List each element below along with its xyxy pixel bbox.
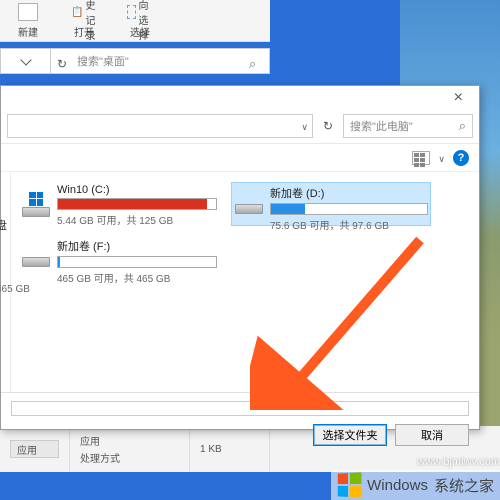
close-button[interactable]: × [446,89,471,107]
ribbon-new-label: 新建 [18,24,38,39]
explorer-address-search: 搜索"桌面" [0,48,270,74]
dialog-bottom: 选择文件夹 取消 [1,392,479,450]
help-icon[interactable]: ? [453,150,469,166]
drive-c[interactable]: Win10 (C:) 5.44 GB 可用，共 125 GB [19,182,219,226]
drive-icon [234,189,264,221]
search-icon[interactable] [249,55,261,67]
cancel-button[interactable]: 取消 [395,424,469,446]
sidebar-fragment: 盘 465 GB [1,172,11,392]
usage-bar [271,204,305,214]
ribbon-select-label: 选择 [130,24,150,39]
watermark: Windows 系统之家 [331,470,500,500]
usage-bar [58,199,207,209]
select-folder-button[interactable]: 选择文件夹 [313,424,387,446]
chevron-down-icon[interactable] [301,117,308,135]
new-icon [18,3,38,21]
chevron-down-icon [20,54,31,65]
invert-select-icon: 反向选择 [127,2,153,22]
view-options-icon[interactable] [412,151,430,165]
ribbon-open-group[interactable]: 📋历史记录 打开 [56,0,112,41]
dialog-toolbar: ? [1,144,479,172]
windows-logo-icon [338,472,362,497]
chevron-down-icon[interactable] [438,149,445,167]
history-icon: 📋历史记录 [71,2,97,22]
drive-icon [21,242,51,274]
path-dropdown[interactable] [1,49,51,73]
search-this-pc-input[interactable]: 搜索"此电脑" [343,114,473,138]
drives-pane: Win10 (C:) 5.44 GB 可用，共 125 GB 新加卷 (D:) … [11,172,479,392]
drive-os-icon [21,188,51,220]
refresh-icon[interactable] [319,117,337,135]
dialog-nav-bar: 搜索"此电脑" [1,108,479,144]
search-icon [459,118,466,134]
address-bar[interactable] [7,114,313,138]
watermark-url: www.bjmlwv.com [417,456,500,468]
ribbon-toolbar: 新建 📋历史记录 打开 反向选择 选择 [0,0,270,42]
ribbon-select-group[interactable]: 反向选择 选择 [112,0,168,41]
ribbon-new[interactable]: 新建 [0,0,56,41]
drive-d[interactable]: 新加卷 (D:) 75.6 GB 可用，共 97.6 GB [231,182,431,226]
usage-bar [58,257,60,267]
search-desktop-input[interactable]: 搜索"桌面" [69,53,249,69]
ribbon-open-label: 打开 [74,24,94,39]
drive-f[interactable]: 新加卷 (F:) 465 GB 可用，共 465 GB [19,236,219,280]
refresh-icon[interactable] [57,55,69,67]
folder-name-input[interactable] [11,401,469,416]
folder-picker-dialog: × 搜索"此电脑" ? 盘 465 GB Win10 (C [0,85,480,430]
